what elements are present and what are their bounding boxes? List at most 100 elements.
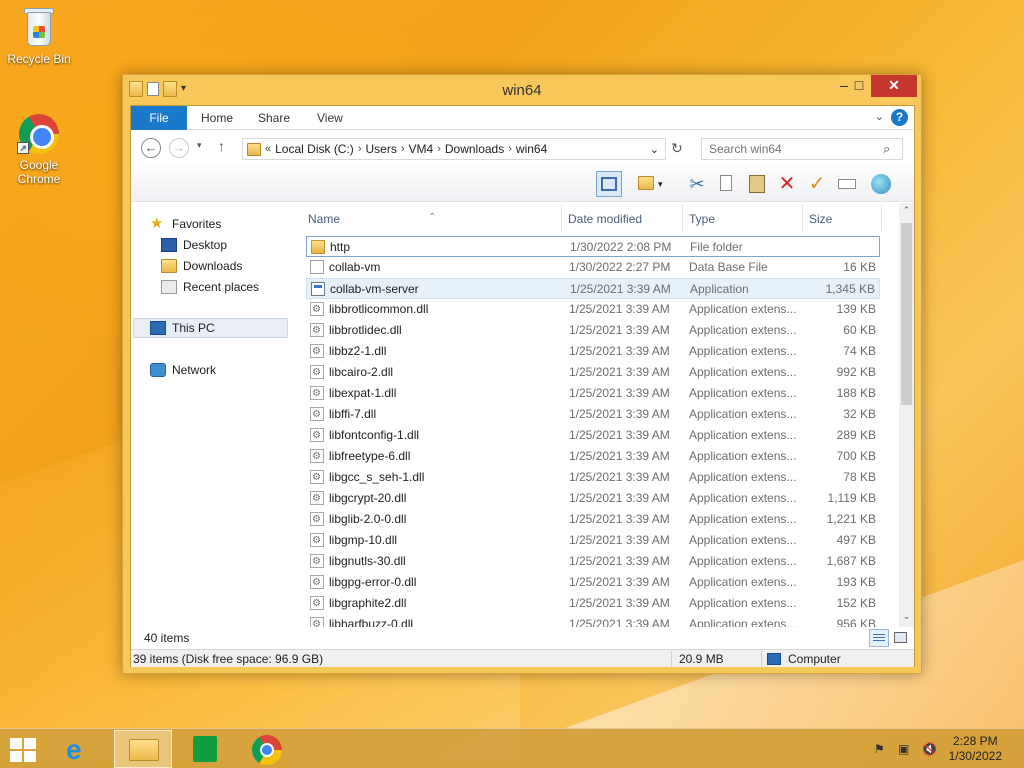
- file-date-modified: 1/30/2022 2:27 PM: [569, 260, 671, 274]
- file-row[interactable]: libgraphite2.dll 1/25/2021 3:39 AM Applica…: [306, 593, 880, 614]
- details-view-icon[interactable]: [869, 629, 889, 647]
- checkmark-icon[interactable]: ✓: [804, 171, 830, 197]
- file-row[interactable]: collab-vm-server 1/25/2021 3:39 AM Applica…: [306, 278, 880, 299]
- forward-button[interactable]: →: [169, 138, 189, 158]
- file-row[interactable]: libgnutls-30.dll 1/25/2021 3:39 AM Applica…: [306, 551, 880, 572]
- file-row[interactable]: libfontconfig-1.dll 1/25/2021 3:39 AM Appl…: [306, 425, 880, 446]
- file-row[interactable]: libglib-2.0-0.dll 1/25/2021 3:39 AM Applic…: [306, 509, 880, 530]
- file-row[interactable]: libharfbuzz-0.dll 1/25/2021 3:39 AM Applic…: [306, 614, 880, 627]
- start-button[interactable]: [0, 730, 58, 768]
- taskbar-internet-explorer[interactable]: e: [52, 730, 110, 768]
- recent-locations-icon[interactable]: ▾: [197, 140, 202, 151]
- action-center-icon[interactable]: ⚑: [874, 742, 890, 756]
- dll-file-icon: [310, 614, 324, 627]
- file-name: libgpg-error-0.dll: [329, 575, 417, 589]
- file-date-modified: 1/25/2021 3:39 AM: [569, 344, 670, 358]
- tab-view[interactable]: View: [303, 106, 357, 130]
- file-type: Application extens...: [689, 365, 797, 379]
- help-icon[interactable]: ?: [891, 109, 908, 126]
- clock[interactable]: 2:28 PM 1/30/2022: [949, 734, 1002, 764]
- column-size[interactable]: Size: [809, 212, 832, 226]
- network-status-icon[interactable]: ▣: [898, 742, 914, 756]
- column-date-modified[interactable]: Date modified: [568, 212, 642, 226]
- scroll-up-icon[interactable]: ⌃: [899, 205, 914, 216]
- close-button[interactable]: ✕: [871, 75, 917, 97]
- title-bar[interactable]: ▾ win64 – □ ✕: [123, 75, 921, 105]
- chevron-right-icon[interactable]: ›: [358, 143, 362, 155]
- cut-icon[interactable]: ✂: [684, 171, 710, 197]
- nav-recent-places[interactable]: Recent places: [161, 277, 259, 297]
- file-row[interactable]: libgcrypt-20.dll 1/25/2021 3:39 AM Applica…: [306, 488, 880, 509]
- file-row[interactable]: libfreetype-6.dll 1/25/2021 3:39 AM Applic…: [306, 446, 880, 467]
- file-row[interactable]: libbz2-1.dll 1/25/2021 3:39 AM Application…: [306, 341, 880, 362]
- file-row[interactable]: libbrotlicommon.dll 1/25/2021 3:39 AM Appl…: [306, 299, 880, 320]
- google-chrome-desktop-icon[interactable]: ↗ Google Chrome: [1, 112, 77, 186]
- breadcrumb-local-disk[interactable]: Local Disk (C:): [275, 142, 354, 156]
- up-arrow-icon[interactable]: ↑: [218, 138, 225, 154]
- file-name: libgraphite2.dll: [329, 596, 407, 610]
- breadcrumb-users[interactable]: Users: [365, 142, 396, 156]
- nav-network[interactable]: Network: [150, 360, 216, 380]
- address-bar[interactable]: « Local Disk (C:) › Users › VM4 › Downloads…: [242, 138, 666, 160]
- delete-icon[interactable]: ✕: [774, 171, 800, 197]
- column-name[interactable]: Name: [308, 212, 340, 226]
- file-row[interactable]: libgmp-10.dll 1/25/2021 3:39 AM Applicatio…: [306, 530, 880, 551]
- search-icon: ⌕: [883, 141, 891, 156]
- taskbar-store[interactable]: [176, 730, 234, 768]
- refresh-icon[interactable]: ↻: [671, 140, 683, 157]
- file-date-modified: 1/25/2021 3:39 AM: [569, 449, 670, 463]
- chevron-down-icon[interactable]: ⌄: [875, 110, 884, 123]
- breadcrumb-downloads[interactable]: Downloads: [445, 142, 504, 156]
- chevron-down-icon[interactable]: ▾: [658, 171, 670, 197]
- scrollbar-thumb[interactable]: [901, 223, 912, 405]
- file-size: 956 KB: [836, 617, 876, 627]
- address-dropdown-icon[interactable]: ⌄: [650, 143, 659, 156]
- column-type[interactable]: Type: [689, 212, 715, 226]
- tab-share[interactable]: Share: [244, 106, 304, 130]
- maximize-button[interactable]: □: [845, 75, 873, 97]
- chevron-right-icon[interactable]: ›: [401, 143, 405, 155]
- overflow-chevron[interactable]: «: [265, 143, 271, 155]
- globe-icon[interactable]: [868, 171, 894, 197]
- nav-downloads[interactable]: Downloads: [161, 256, 242, 276]
- file-row[interactable]: libcairo-2.dll 1/25/2021 3:39 AM Applicati…: [306, 362, 880, 383]
- back-button[interactable]: ←: [141, 138, 161, 158]
- file-name: libgnutls-30.dll: [329, 554, 406, 568]
- copy-icon[interactable]: [714, 171, 740, 197]
- taskbar-file-explorer[interactable]: [114, 730, 172, 768]
- file-row[interactable]: http 1/30/2022 2:08 PM File folder: [306, 236, 880, 257]
- file-row[interactable]: libgcc_s_seh-1.dll 1/25/2021 3:39 AM Appli…: [306, 467, 880, 488]
- chevron-right-icon[interactable]: ›: [508, 143, 512, 155]
- breadcrumb-vm4[interactable]: VM4: [409, 142, 434, 156]
- breadcrumb-win64[interactable]: win64: [516, 142, 547, 156]
- file-size: 188 KB: [836, 386, 876, 400]
- file-row[interactable]: libgpg-error-0.dll 1/25/2021 3:39 AM Appli…: [306, 572, 880, 593]
- chevron-right-icon[interactable]: ›: [437, 143, 441, 155]
- clock-time: 2:28 PM: [952, 734, 998, 748]
- paste-icon[interactable]: [744, 171, 770, 197]
- large-icons-view-icon[interactable]: [891, 629, 911, 647]
- vertical-scrollbar[interactable]: ⌃ ⌄: [899, 203, 914, 627]
- nav-favorites[interactable]: ★ Favorites: [150, 214, 221, 234]
- file-row[interactable]: libbrotlidec.dll 1/25/2021 3:39 AM Applica…: [306, 320, 880, 341]
- change-view-button[interactable]: [634, 171, 660, 197]
- scroll-down-icon[interactable]: ⌄: [899, 611, 914, 622]
- tab-home[interactable]: Home: [187, 106, 247, 130]
- file-row[interactable]: collab-vm 1/30/2022 2:27 PM Data Base File…: [306, 257, 880, 278]
- file-name: libbrotlicommon.dll: [329, 302, 429, 316]
- nav-this-pc[interactable]: This PC: [133, 318, 288, 338]
- rename-icon[interactable]: [834, 171, 860, 197]
- volume-muted-icon[interactable]: 🔇: [922, 742, 938, 756]
- preview-pane-button[interactable]: [596, 171, 622, 197]
- file-row[interactable]: libffi-7.dll 1/25/2021 3:39 AM Application…: [306, 404, 880, 425]
- file-name: libfreetype-6.dll: [329, 449, 411, 463]
- tab-file[interactable]: File: [131, 106, 187, 130]
- search-input[interactable]: [701, 138, 903, 160]
- recycle-bin-desktop-icon[interactable]: Recycle Bin: [1, 6, 77, 66]
- file-date-modified: 1/25/2021 3:39 AM: [569, 491, 670, 505]
- taskbar-chrome[interactable]: [238, 730, 296, 768]
- file-row[interactable]: libexpat-1.dll 1/25/2021 3:39 AM Applicati…: [306, 383, 880, 404]
- window-title: win64: [502, 82, 542, 99]
- chrome-icon: ↗: [17, 112, 61, 156]
- nav-desktop[interactable]: Desktop: [161, 235, 227, 255]
